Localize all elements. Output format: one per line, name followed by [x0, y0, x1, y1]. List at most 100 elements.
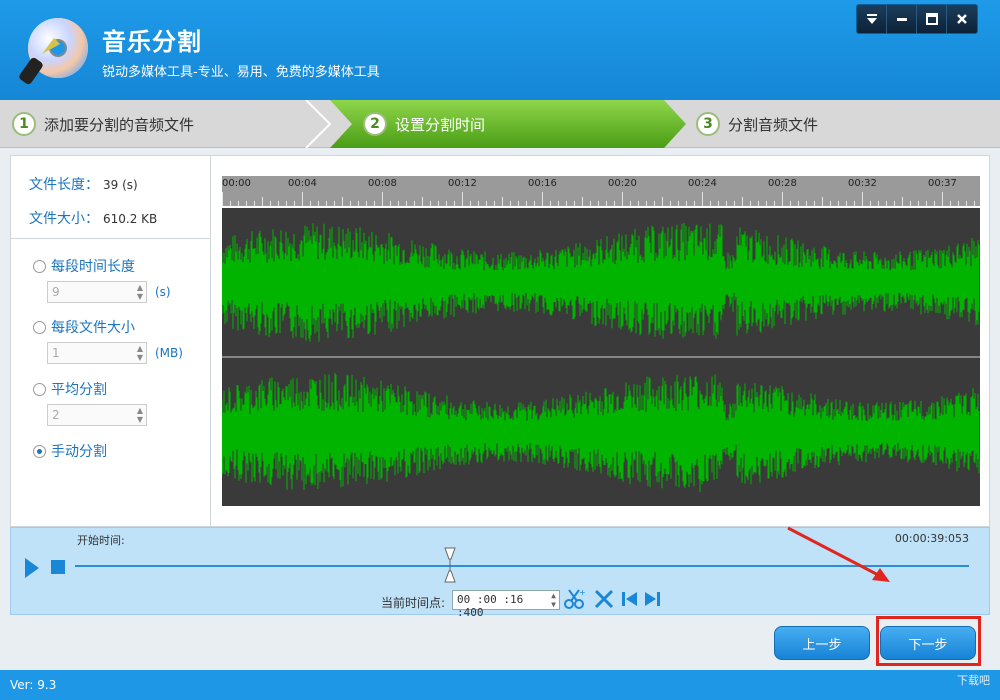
timeline-tick-label: 00:08 — [368, 178, 397, 189]
timeline-minor-tick — [926, 201, 927, 206]
radio-manual[interactable]: 手动分割 — [33, 441, 107, 461]
timeline-minor-tick — [910, 201, 911, 206]
menu-dropdown-icon[interactable] — [857, 5, 887, 33]
per-size-value: 1 — [52, 346, 60, 360]
waveform-display[interactable] — [222, 208, 980, 506]
maximize-icon[interactable] — [917, 5, 947, 33]
steps-bar: 1 添加要分割的音频文件 2 设置分割时间 3 分割音频文件 — [0, 100, 1000, 148]
timeline-minor-tick — [382, 192, 383, 206]
timeline-tick-label: 00:32 — [848, 178, 877, 189]
timeline-minor-tick — [870, 201, 871, 206]
timeline-minor-tick — [294, 201, 295, 206]
timeline-tick-label: 00:12 — [448, 178, 477, 189]
timeline-minor-tick — [558, 201, 559, 206]
timeline-minor-tick — [526, 201, 527, 206]
file-size-row: 文件大小： 610.2 KB — [29, 208, 157, 228]
radio-per-time[interactable]: 每段时间长度 — [33, 256, 135, 276]
annotation-arrow — [787, 526, 890, 582]
stop-icon[interactable] — [51, 560, 65, 574]
timeline-minor-tick — [830, 201, 831, 206]
average-input[interactable]: 2 ▲ ▼ — [47, 404, 147, 426]
timeline-minor-tick — [638, 201, 639, 206]
timeline-minor-tick — [438, 201, 439, 206]
timeline-minor-tick — [694, 201, 695, 206]
timeline-tick-label: 00:24 — [688, 178, 717, 189]
timeline-minor-tick — [726, 201, 727, 206]
step-1-number: 1 — [12, 112, 36, 136]
version-text: Ver: 9.3 — [10, 678, 57, 692]
app-subtitle: 锐动多媒体工具-专业、易用、免费的多媒体工具 — [102, 65, 380, 80]
close-icon[interactable] — [947, 5, 977, 33]
timeline-minor-tick — [398, 201, 399, 206]
timeline-minor-tick — [686, 201, 687, 206]
spinner-arrows-icon[interactable]: ▲ ▼ — [137, 406, 143, 424]
timeline-minor-tick — [630, 201, 631, 206]
timeline-minor-tick — [702, 192, 703, 206]
timeline-minor-tick — [566, 201, 567, 206]
timeline-ruler[interactable]: 00:00 00:04 00:08 00:12 00:16 00:20 00:24 00:28… — [222, 176, 980, 206]
timeline-tick-label: 00:04 — [288, 178, 317, 189]
delete-split-icon[interactable] — [593, 588, 615, 610]
radio-average[interactable]: 平均分割 — [33, 379, 107, 399]
radio-manual-circle[interactable] — [33, 444, 46, 458]
app-title: 音乐分割 — [102, 28, 202, 56]
timeline-minor-tick — [470, 201, 471, 206]
waveform-area[interactable]: 00:00 00:04 00:08 00:12 00:16 00:20 00:24 00:28… — [222, 176, 980, 506]
spinner-arrows-icon[interactable]: ▲ ▼ — [137, 283, 143, 301]
timeline-minor-tick — [894, 201, 895, 206]
step-2[interactable]: 2 设置分割时间 — [363, 100, 485, 148]
timeline-minor-tick — [774, 201, 775, 206]
timeline-tick-label: 00:28 — [768, 178, 797, 189]
timeline-minor-tick — [454, 201, 455, 206]
timeline-minor-tick — [814, 201, 815, 206]
timeline-minor-tick — [878, 201, 879, 206]
timeline-minor-tick — [734, 201, 735, 206]
file-length-label: 文件长度： — [29, 177, 99, 193]
timeline-minor-tick — [542, 192, 543, 206]
radio-per-size-circle[interactable] — [33, 320, 46, 334]
timeline-minor-tick — [862, 192, 863, 206]
play-icon[interactable] — [25, 558, 39, 578]
prev-step-button[interactable]: 上一步 — [774, 626, 870, 660]
radio-per-size[interactable]: 每段文件大小 — [33, 317, 135, 337]
timeline-minor-tick — [918, 201, 919, 206]
annotation-highlight-box — [876, 616, 981, 666]
spinner-arrows-icon[interactable]: ▲ ▼ — [551, 591, 556, 609]
radio-average-circle[interactable] — [33, 382, 46, 396]
timeline-tick-label: 00:20 — [608, 178, 637, 189]
timeline-minor-tick — [806, 201, 807, 206]
app-logo-icon — [19, 18, 88, 85]
minimize-icon[interactable] — [887, 5, 917, 33]
radio-per-time-circle[interactable] — [33, 259, 46, 273]
timeline-minor-tick — [286, 201, 287, 206]
per-size-input[interactable]: 1 ▲ ▼ — [47, 342, 147, 364]
skip-previous-icon[interactable] — [619, 588, 641, 610]
waveform-channel — [222, 372, 980, 492]
radio-per-size-label: 每段文件大小 — [51, 320, 135, 336]
timeline-minor-tick — [942, 192, 943, 206]
timeline-minor-tick — [670, 201, 671, 206]
timeline-minor-tick — [302, 192, 303, 206]
step-1-label: 添加要分割的音频文件 — [44, 115, 195, 134]
timeline-minor-tick — [606, 201, 607, 206]
current-time-input[interactable]: 00 :00 :16 :400 ▲ ▼ — [452, 590, 560, 619]
timeline-minor-tick — [622, 192, 623, 206]
timeline-minor-tick — [614, 201, 615, 206]
timeline-minor-tick — [718, 201, 719, 206]
timeline-minor-tick — [590, 201, 591, 206]
per-time-input[interactable]: 9 ▲ ▼ — [47, 281, 147, 303]
seek-thumb[interactable] — [444, 547, 457, 583]
step-3[interactable]: 3 分割音频文件 — [696, 100, 818, 148]
settings-column: 文件长度： 39 (s) 文件大小： 610.2 KB 每段时间长度 9 ▲ ▼ (s… — [11, 156, 211, 526]
skip-next-icon[interactable] — [641, 588, 663, 610]
spinner-arrows-icon[interactable]: ▲ ▼ — [137, 344, 143, 362]
status-bar: Ver: 9.3 下载吧 — [0, 670, 1000, 700]
step-1[interactable]: 1 添加要分割的音频文件 — [12, 100, 194, 148]
split-scissors-icon[interactable]: + — [563, 588, 585, 610]
timeline-minor-tick — [486, 201, 487, 206]
per-size-unit: (MB) — [155, 346, 183, 360]
timeline-minor-tick — [462, 192, 463, 206]
timeline-minor-tick — [782, 192, 783, 206]
timeline-minor-tick — [958, 201, 959, 206]
timeline-minor-tick — [822, 197, 823, 206]
